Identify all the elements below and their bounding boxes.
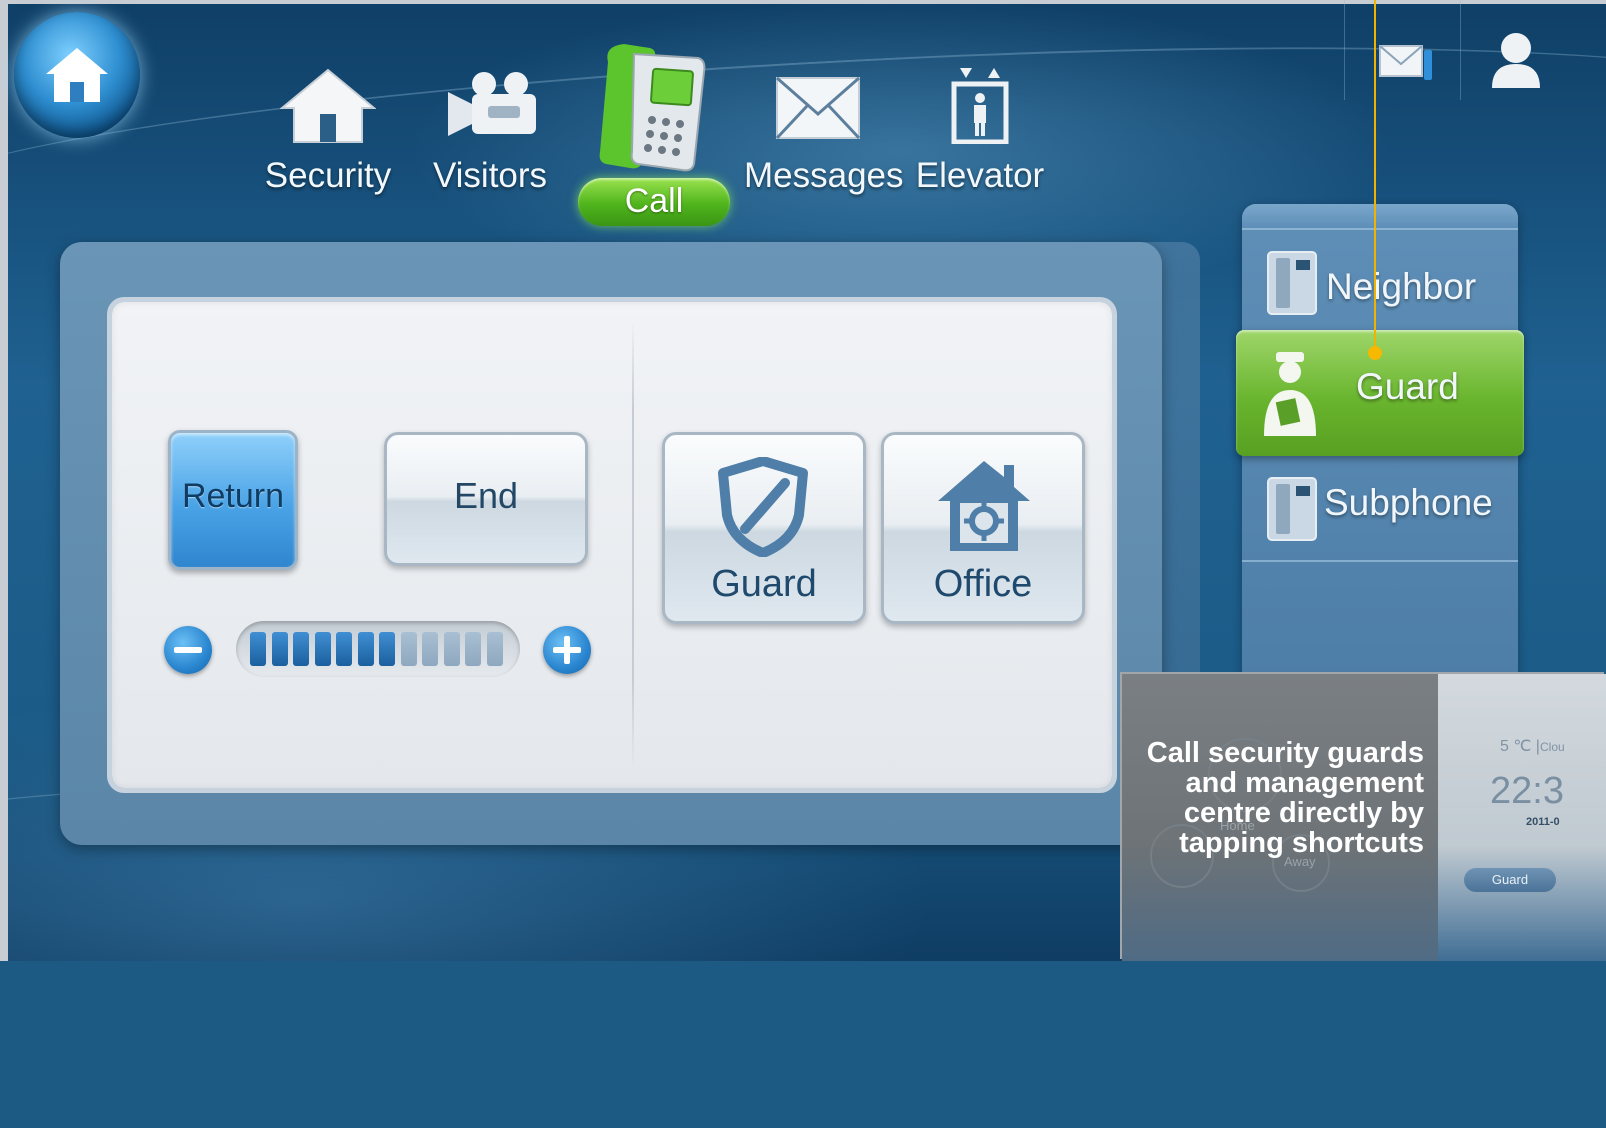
nav-visitors-label: Visitors — [432, 156, 548, 195]
minus-icon — [174, 647, 202, 653]
nav-security-label: Security — [264, 156, 392, 195]
home-icon — [46, 48, 108, 102]
inset-weather: Clou — [1540, 740, 1565, 754]
volume-segment — [314, 632, 331, 666]
side-menu-separator — [1242, 560, 1518, 562]
volume-down-button[interactable] — [164, 626, 212, 674]
volume-segment — [250, 632, 266, 666]
side-menu-cap — [1242, 204, 1518, 228]
phone-icon — [599, 44, 706, 172]
nav-elevator-label: Elevator — [915, 156, 1045, 195]
user-button[interactable] — [1488, 30, 1544, 90]
inset-time: 22:3 — [1490, 770, 1564, 812]
nav-messages[interactable]: Messages — [744, 70, 904, 206]
side-item-subphone[interactable]: Subphone — [1242, 466, 1518, 554]
inset-clock-area — [1438, 674, 1606, 961]
guard-shortcut-button[interactable]: Guard — [662, 432, 866, 624]
elevator-icon — [951, 68, 1009, 144]
inset-guard-button: Guard — [1464, 868, 1556, 892]
inset-temperature: 5 ℃ | — [1500, 738, 1540, 755]
user-icon — [1492, 33, 1540, 88]
volume-segment — [486, 632, 503, 666]
end-button[interactable]: End — [384, 432, 588, 566]
side-item-guard-label: Guard — [1356, 366, 1459, 407]
end-button-label: End — [453, 475, 519, 516]
volume-segment — [357, 632, 374, 666]
callout-dot — [1368, 346, 1382, 360]
video-camera-icon — [448, 72, 536, 136]
envelope-icon — [775, 76, 861, 140]
nav-messages-label: Messages — [744, 156, 904, 195]
nav-call-label: Call — [624, 182, 684, 220]
office-house-gear-icon — [938, 461, 1030, 551]
volume-segment — [400, 632, 417, 666]
callout-line — [1374, 0, 1376, 352]
volume-segment — [293, 632, 309, 666]
volume-segment — [465, 632, 481, 666]
volume-slider[interactable] — [236, 621, 520, 677]
side-item-subphone-label: Subphone — [1324, 482, 1493, 523]
nav-visitors[interactable]: Visitors — [432, 66, 548, 206]
volume-segment — [271, 632, 288, 666]
panel-divider — [632, 320, 634, 770]
nav-call-icon-wrap[interactable] — [590, 40, 714, 174]
callout-text: Call security guards and management cent… — [1146, 737, 1424, 859]
return-button-label: Return — [181, 477, 285, 515]
return-button[interactable]: Return — [168, 430, 298, 570]
office-shortcut-label: Office — [933, 563, 1033, 605]
volume-segment — [422, 632, 438, 666]
volume-segment — [336, 632, 352, 666]
side-menu-separator — [1242, 228, 1518, 230]
guard-person-icon — [1264, 352, 1316, 436]
intercom-icon — [1267, 477, 1317, 541]
volume-segment — [443, 632, 460, 666]
intercom-icon — [1267, 251, 1317, 315]
nav-security[interactable]: Security — [262, 66, 394, 206]
frame-edge — [0, 0, 1606, 4]
side-item-neighbor[interactable]: Neighbor — [1242, 240, 1518, 328]
mail-notification-icon — [1379, 45, 1432, 80]
guard-shortcut-label: Guard — [711, 563, 817, 605]
house-icon — [280, 68, 376, 143]
divider — [1344, 0, 1345, 100]
volume-segment — [379, 632, 395, 666]
home-button[interactable] — [14, 12, 140, 138]
nav-call[interactable]: Call — [578, 178, 730, 226]
inset-date: 2011-0 — [1526, 816, 1560, 828]
volume-up-button[interactable] — [543, 626, 591, 674]
shield-icon — [718, 457, 808, 557]
frame-edge — [0, 0, 8, 961]
divider — [1460, 0, 1461, 100]
nav-elevator[interactable]: Elevator — [910, 62, 1050, 206]
plus-icon-vertical — [564, 636, 570, 664]
side-item-neighbor-label: Neighbor — [1326, 266, 1477, 307]
office-shortcut-button[interactable]: Office — [881, 432, 1085, 624]
mail-notification-button[interactable] — [1378, 40, 1434, 84]
